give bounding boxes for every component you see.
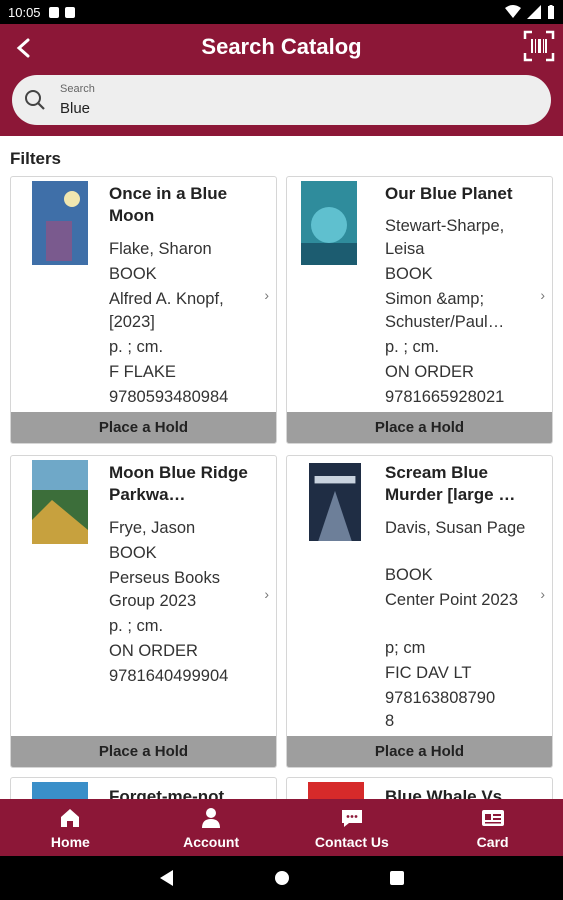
chat-icon: [341, 809, 362, 827]
nav-contact-us-label: Contact Us: [314, 833, 389, 850]
result-title: Once in a Blue Moon: [109, 184, 228, 225]
home-icon: [61, 808, 80, 827]
signal-icon: [527, 5, 541, 19]
status-time: 10:05: [8, 4, 41, 20]
id-card-icon: [481, 809, 504, 826]
system-recents-icon[interactable]: [389, 871, 404, 885]
result-isbn: 9781665928021: [385, 388, 505, 406]
storage-icon: [64, 6, 75, 18]
chevron-right-icon: ›: [264, 586, 269, 602]
result-format: BOOK: [385, 566, 433, 584]
chevron-right-icon: ›: [264, 287, 269, 303]
system-nav-bar: [0, 856, 563, 900]
system-back-icon[interactable]: [159, 870, 174, 886]
result-call-number: ON ORDER: [109, 642, 198, 660]
result-author: Flake, Sharon: [109, 240, 212, 258]
result-author: Davis, Susan Page: [385, 519, 526, 537]
search-label: Search: [60, 83, 95, 95]
nav-contact-us[interactable]: Contact Us: [282, 799, 423, 856]
nav-card-label: Card: [476, 833, 509, 850]
result-description: p. ; cm.: [385, 338, 440, 356]
result-isbn: 9780593480984: [109, 388, 229, 406]
result-call-number: ON ORDER: [385, 363, 474, 381]
result-format: BOOK: [109, 544, 157, 562]
page-title: Search Catalog: [201, 34, 362, 59]
book-cover-image: [309, 463, 361, 541]
barcode-scan-button[interactable]: [523, 30, 555, 62]
result-author: Frye, Jason: [109, 519, 196, 537]
result-description: p. ; cm.: [109, 338, 164, 356]
barcode-scan-icon: [523, 30, 555, 62]
book-cover-image: [301, 181, 357, 265]
result-title: Our Blue Planet: [385, 184, 513, 203]
result-title: Scream Blue Murder [large …: [385, 463, 516, 504]
nav-home[interactable]: Home: [0, 799, 141, 856]
nav-card[interactable]: Card: [422, 799, 563, 856]
nav-home-label: Home: [50, 833, 90, 850]
result-publisher: Simon &amp; Schuster/Paul…: [385, 290, 505, 331]
place-hold-button[interactable]: Place a Hold: [11, 412, 276, 443]
filters-button[interactable]: Filters: [10, 149, 61, 169]
result-title: Moon Blue Ridge Parkwa…: [109, 463, 248, 504]
book-cover-image: [32, 181, 88, 265]
wifi-icon: [505, 5, 521, 18]
result-description: p; cm: [385, 639, 426, 657]
result-isbn: 9781640499904: [109, 667, 229, 685]
result-isbn: 978163808790 8: [385, 689, 496, 730]
search-input[interactable]: Search Blue: [12, 75, 551, 125]
app-bar: Search Catalog Search Blue: [0, 24, 563, 136]
result-call-number: F FLAKE: [109, 363, 176, 381]
status-bar: 10:05: [0, 0, 563, 24]
book-cover-image: [32, 460, 88, 544]
chevron-right-icon: ›: [540, 586, 545, 602]
nav-account[interactable]: Account: [141, 799, 282, 856]
bottom-nav: Home Account Contact Us Card: [0, 799, 563, 856]
search-icon: [25, 90, 45, 110]
result-call-number: FIC DAV LT: [385, 664, 472, 682]
place-hold-button[interactable]: Place a Hold: [287, 736, 552, 767]
battery-icon: [548, 5, 554, 19]
place-hold-button[interactable]: Place a Hold: [11, 736, 276, 767]
place-hold-button[interactable]: Place a Hold: [287, 412, 552, 443]
result-publisher: Alfred A. Knopf, [2023]: [109, 290, 224, 331]
result-publisher: Center Point 2023: [385, 591, 519, 609]
result-publisher: Perseus Books Group 2023: [109, 569, 220, 610]
result-format: BOOK: [385, 265, 433, 283]
result-card[interactable]: Our Blue Planet Stewart-Sharpe, Leisa BO…: [286, 176, 553, 444]
result-format: BOOK: [109, 265, 157, 283]
result-description: p. ; cm.: [109, 617, 164, 635]
result-card[interactable]: Scream Blue Murder [large … Davis, Susan…: [286, 455, 553, 768]
nav-account-label: Account: [183, 833, 240, 850]
chevron-right-icon: ›: [540, 287, 545, 303]
person-icon: [202, 807, 221, 828]
search-value: Blue: [60, 100, 91, 117]
result-card[interactable]: Once in a Blue Moon Flake, Sharon BOOK A…: [10, 176, 277, 444]
notification-icon: [48, 6, 59, 18]
result-card[interactable]: Moon Blue Ridge Parkwa… Frye, Jason BOOK…: [10, 455, 277, 768]
result-author: Stewart-Sharpe, Leisa: [385, 217, 505, 258]
system-home-icon[interactable]: [274, 870, 290, 886]
